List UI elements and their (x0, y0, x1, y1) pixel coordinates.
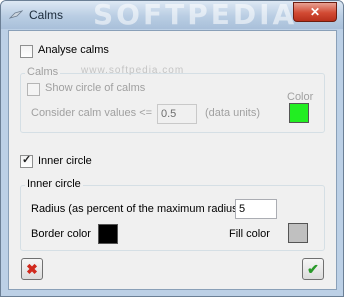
close-icon: ✕ (309, 5, 321, 19)
calm-threshold-input[interactable]: 0.5 (157, 104, 197, 124)
inner-circle-label: Inner circle (38, 155, 92, 167)
calms-dialog: Calms SOFTPEDIA ✕ Analyse calms Calms ww… (0, 0, 344, 297)
inner-circle-group-title: Inner circle (25, 178, 83, 190)
check-icon: ✓ (22, 154, 32, 166)
window-title: Calms (29, 8, 64, 22)
title-bar[interactable]: Calms SOFTPEDIA ✕ (1, 0, 343, 31)
close-button[interactable]: ✕ (293, 2, 337, 22)
data-units-label: (data units) (205, 107, 261, 119)
analyse-calms-label: Analyse calms (38, 44, 109, 56)
border-color-label: Border color (31, 228, 91, 240)
show-circle-checkbox[interactable] (27, 83, 40, 96)
show-circle-label: Show circle of calms (45, 82, 146, 94)
ok-icon: ✔ (307, 261, 319, 277)
watermark-url: www.softpedia.com (81, 65, 185, 76)
cancel-button[interactable]: ✖ (21, 258, 43, 280)
dialog-body: Analyse calms Calms www.softpedia.com Sh… (8, 30, 337, 290)
calm-color-swatch[interactable] (289, 103, 309, 123)
watermark-logo: SOFTPEDIA (93, 0, 298, 31)
analyse-calms-checkbox[interactable] (20, 45, 33, 58)
ok-button[interactable]: ✔ (302, 258, 324, 280)
consider-calm-label: Consider calm values <= (31, 107, 153, 119)
cancel-icon: ✖ (26, 261, 38, 277)
calm-color-label: Color (287, 91, 314, 103)
inner-circle-checkbox[interactable]: ✓ (20, 154, 33, 168)
app-icon (9, 10, 23, 19)
inner-circle-group (20, 185, 325, 251)
fill-color-swatch[interactable] (288, 223, 308, 243)
border-color-swatch[interactable] (98, 224, 118, 244)
radius-label: Radius (as percent of the maximum radius… (31, 203, 242, 215)
calms-group-title: Calms (25, 66, 61, 78)
fill-color-label: Fill color (229, 228, 270, 240)
radius-input[interactable]: 5 (235, 199, 277, 219)
